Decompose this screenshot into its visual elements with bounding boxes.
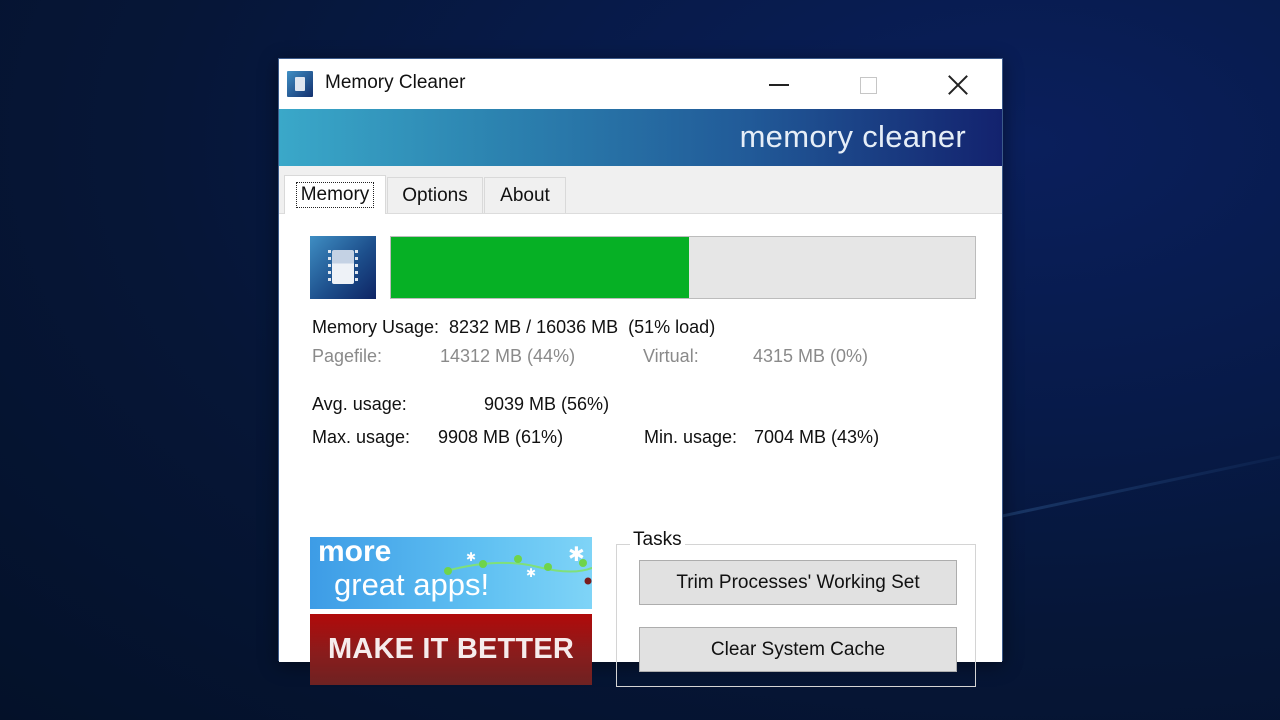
memory-chip-icon	[310, 236, 376, 299]
close-button[interactable]	[935, 65, 981, 105]
svg-text:✱: ✱	[466, 550, 476, 564]
garland-decoration-icon: ✱ ✱ ✱	[444, 545, 592, 585]
memory-usage-text: Memory Usage: 8232 MB / 16036 MB (51% lo…	[312, 317, 716, 337]
make-it-better-banner[interactable]: MAKE IT BETTER	[310, 614, 592, 685]
minimize-button[interactable]	[756, 65, 802, 105]
pagefile-label: Pagefile:	[312, 346, 383, 366]
pagefile-value: 14312 MB (44%)	[440, 346, 576, 366]
avg-usage-label: Avg. usage:	[312, 394, 407, 414]
memory-cleaner-window: Memory Cleaner memory cleaner Memory Opt…	[278, 58, 1003, 687]
more-great-apps-banner[interactable]: more great apps! ✱ ✱ ✱	[310, 537, 592, 609]
virtual-label: Virtual:	[643, 346, 699, 366]
max-usage-label: Max. usage:	[312, 427, 411, 447]
header-banner: memory cleaner	[279, 109, 1002, 166]
virtual-value: 4315 MB (0%)	[753, 346, 869, 366]
svg-text:✱: ✱	[568, 545, 585, 566]
svg-text:✱: ✱	[526, 566, 536, 580]
tab-about[interactable]: About	[484, 177, 566, 213]
banner-title: memory cleaner	[739, 119, 966, 154]
maximize-button[interactable]	[845, 65, 891, 105]
trim-working-set-button[interactable]: Trim Processes' Working Set	[639, 560, 957, 605]
app-icon	[287, 71, 313, 97]
tab-label: About	[500, 184, 550, 206]
min-usage-value: 7004 MB (43%)	[754, 427, 880, 447]
window-title: Memory Cleaner	[325, 72, 466, 93]
min-usage-label: Min. usage:	[644, 427, 738, 447]
tasks-group-label: Tasks	[630, 529, 685, 551]
maximize-icon	[859, 76, 877, 94]
memory-tab-panel: Memory Usage: 8232 MB / 16036 MB (51% lo…	[279, 214, 1002, 687]
memory-load-fill	[391, 237, 689, 298]
ad-better-text: MAKE IT BETTER	[327, 633, 575, 665]
tab-options[interactable]: Options	[387, 177, 483, 213]
clear-system-cache-button[interactable]: Clear System Cache	[639, 627, 957, 672]
close-icon	[947, 74, 969, 96]
tab-label: Memory	[295, 182, 375, 208]
title-bar[interactable]: Memory Cleaner	[279, 59, 1002, 109]
avg-usage-value: 9039 MB (56%)	[484, 394, 610, 414]
tab-strip: Memory Options About	[279, 166, 1002, 214]
tab-memory[interactable]: Memory	[284, 175, 386, 214]
tab-label: Options	[402, 184, 468, 206]
memory-load-bar	[390, 236, 976, 299]
minimize-icon	[769, 84, 789, 86]
max-usage-value: 9908 MB (61%)	[438, 427, 564, 447]
ad-more-line1: more	[318, 537, 392, 568]
